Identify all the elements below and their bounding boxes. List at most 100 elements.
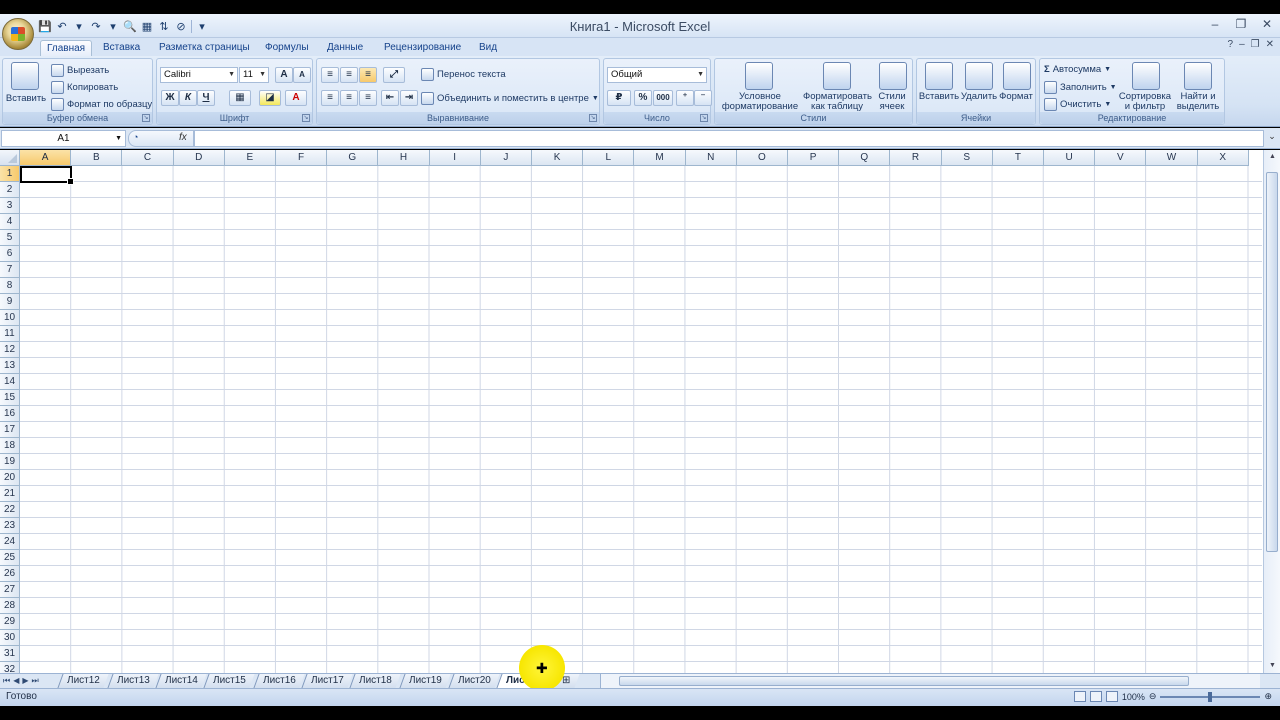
decrease-decimal-button[interactable]: ⁻ — [694, 90, 712, 106]
normal-view-icon[interactable] — [1073, 691, 1086, 702]
sheet-tab[interactable]: Лист20 — [448, 674, 500, 688]
row-header[interactable]: 8 — [0, 278, 20, 294]
row-header[interactable]: 9 — [0, 294, 20, 310]
column-header[interactable]: Q — [839, 150, 891, 166]
sheet-tab[interactable]: Лист15 — [203, 674, 255, 688]
font-color-button[interactable]: A — [285, 90, 307, 106]
clear-button[interactable]: Очистить ▼ — [1044, 98, 1111, 111]
row-header[interactable]: 18 — [0, 438, 20, 454]
increase-indent-button[interactable]: ⇥ — [400, 90, 418, 106]
format-painter-button[interactable]: Формат по образцу — [51, 98, 152, 111]
font-size-select[interactable]: 11 ▼ — [239, 67, 269, 83]
row-header[interactable]: 5 — [0, 230, 20, 246]
cell-styles-label[interactable]: Стили ячеек — [873, 92, 911, 112]
column-header[interactable]: I — [429, 150, 481, 166]
doc-minimize-icon[interactable]: – — [1239, 39, 1245, 50]
column-header[interactable]: B — [71, 150, 123, 166]
conditional-formatting-icon[interactable] — [745, 62, 773, 90]
row-header[interactable]: 30 — [0, 630, 20, 646]
row-header[interactable]: 11 — [0, 326, 20, 342]
zoom-formula-icon[interactable]: ◔ — [133, 132, 138, 142]
sort-filter-label[interactable]: Сортировка и фильтр — [1116, 92, 1174, 112]
sheet-tab[interactable]: Лист18 — [349, 674, 401, 688]
minimize-button[interactable]: – — [1206, 15, 1224, 33]
vertical-scroll-thumb[interactable] — [1266, 172, 1278, 552]
column-header[interactable]: X — [1197, 150, 1249, 166]
conditional-formatting-label[interactable]: Условное форматирование — [717, 92, 803, 112]
column-header[interactable]: P — [788, 150, 840, 166]
format-as-table-icon[interactable] — [823, 62, 851, 90]
align-right-button[interactable]: ≡ — [359, 90, 377, 106]
zoom-out-icon[interactable]: ⊖ — [1149, 691, 1157, 702]
sheet-tab[interactable]: Лист19 — [399, 674, 451, 688]
row-header[interactable]: 24 — [0, 534, 20, 550]
horizontal-scrollbar[interactable] — [600, 674, 1260, 688]
cell-styles-icon[interactable] — [879, 62, 907, 90]
prev-sheet-icon[interactable]: ◀ — [13, 674, 19, 688]
font-name-select[interactable]: Calibri ▼ — [160, 67, 238, 83]
tab-home[interactable]: Главная — [40, 40, 93, 56]
last-sheet-icon[interactable]: ⏭ — [32, 674, 39, 688]
column-header[interactable]: C — [122, 150, 174, 166]
alignment-launcher-icon[interactable]: ↘ — [589, 114, 597, 122]
cut-button[interactable]: Вырезать — [51, 64, 109, 77]
office-button[interactable] — [2, 18, 34, 50]
scroll-down-icon[interactable]: ▼ — [1265, 659, 1280, 673]
row-header[interactable]: 17 — [0, 422, 20, 438]
row-header[interactable]: 13 — [0, 358, 20, 374]
page-break-view-icon[interactable] — [1105, 691, 1118, 702]
column-header[interactable]: E — [224, 150, 276, 166]
tab-formulas[interactable]: Формулы — [265, 40, 309, 56]
row-header[interactable]: 20 — [0, 470, 20, 486]
doc-restore-icon[interactable]: ❐ — [1251, 39, 1260, 50]
first-sheet-icon[interactable]: ⏮ — [3, 674, 10, 688]
tab-page-layout[interactable]: Разметка страницы — [159, 40, 250, 56]
column-header[interactable]: V — [1095, 150, 1147, 166]
tab-insert[interactable]: Вставка — [103, 40, 140, 56]
column-header[interactable]: F — [276, 150, 328, 166]
row-header[interactable]: 2 — [0, 182, 20, 198]
expand-formula-bar-icon[interactable]: ⌄ — [1266, 131, 1278, 146]
doc-close-icon[interactable]: ✕ — [1266, 39, 1274, 50]
column-header[interactable]: D — [173, 150, 225, 166]
percent-button[interactable]: % — [634, 90, 652, 106]
format-as-table-label[interactable]: Форматировать как таблицу — [803, 92, 872, 112]
horizontal-scroll-thumb[interactable] — [619, 676, 1189, 686]
scroll-up-icon[interactable]: ▲ — [1265, 150, 1280, 164]
align-middle-button[interactable]: ≡ — [340, 67, 358, 83]
insert-function-button[interactable]: fx — [179, 132, 187, 143]
column-header[interactable]: M — [634, 150, 686, 166]
clipboard-launcher-icon[interactable]: ↘ — [142, 114, 150, 122]
find-select-label[interactable]: Найти и выделить — [1174, 92, 1222, 112]
row-header[interactable]: 28 — [0, 598, 20, 614]
restore-button[interactable]: ❐ — [1232, 15, 1250, 33]
row-header[interactable]: 6 — [0, 246, 20, 262]
zoom-slider[interactable] — [1160, 691, 1261, 702]
row-header[interactable]: 12 — [0, 342, 20, 358]
thousands-button[interactable]: 000 — [653, 90, 673, 106]
tab-review[interactable]: Рецензирование — [384, 40, 461, 56]
fill-button[interactable]: Заполнить ▼ — [1044, 81, 1117, 94]
row-header[interactable]: 1 — [0, 166, 20, 182]
name-box[interactable]: A1 ▼ — [1, 130, 126, 147]
format-cells-label[interactable]: Формат — [997, 92, 1035, 102]
row-header[interactable]: 22 — [0, 502, 20, 518]
format-cells-icon[interactable] — [1003, 62, 1031, 90]
row-header[interactable]: 10 — [0, 310, 20, 326]
column-header[interactable]: R — [890, 150, 942, 166]
row-header[interactable]: 16 — [0, 406, 20, 422]
row-header[interactable]: 23 — [0, 518, 20, 534]
column-header[interactable]: U — [1044, 150, 1096, 166]
autosum-button[interactable]: Σ Автосумма ▼ — [1044, 64, 1111, 75]
align-bottom-button[interactable]: ≡ — [359, 67, 377, 83]
help-icon[interactable]: ? — [1228, 39, 1234, 50]
column-header[interactable]: T — [992, 150, 1044, 166]
worksheet-grid[interactable]: ABCDEFGHIJKLMNOPQRSTUVWX 1 2 3 4 5 6 7 8 9 10 11 12… — [0, 150, 1280, 673]
align-left-button[interactable]: ≡ — [321, 90, 339, 106]
grow-font-button[interactable]: A — [275, 67, 293, 83]
zoom-in-icon[interactable]: ⊕ — [1264, 691, 1272, 702]
row-header[interactable]: 26 — [0, 566, 20, 582]
borders-button[interactable]: ▦ — [229, 90, 251, 106]
align-center-button[interactable]: ≡ — [340, 90, 358, 106]
currency-button[interactable]: ₽ — [607, 90, 631, 106]
